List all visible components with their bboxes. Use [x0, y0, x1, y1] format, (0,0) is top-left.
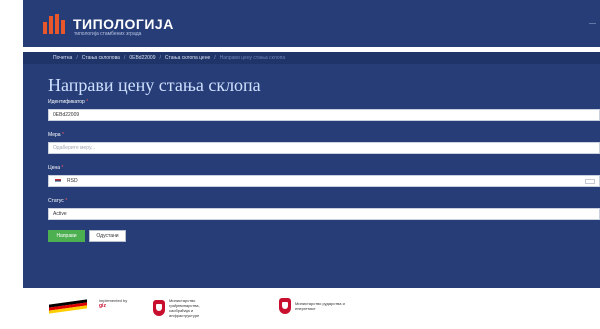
cancel-button[interactable]: Одустани [89, 230, 126, 242]
logo-icon [43, 14, 67, 34]
save-button[interactable]: Направи [48, 230, 85, 242]
logo-text: ТИПОЛОГИЈА [73, 16, 174, 32]
page-frame: ТИПОЛОГИЈА типологија стамбених зграда —… [23, 0, 600, 329]
breadcrumb-home[interactable]: Почетна [53, 55, 72, 61]
measure-label: Мера * [48, 132, 64, 138]
breadcrumb-prices[interactable]: Стања склопа цене [165, 55, 210, 61]
breadcrumb: Почетна / Стања склопова / 0EBd22009 / С… [23, 52, 600, 64]
breadcrumb-assembly-states[interactable]: Стања склопова [82, 55, 120, 61]
german-flag-icon [49, 298, 89, 314]
identifier-label: Идентификатор * [48, 99, 89, 105]
header-menu[interactable]: — [589, 20, 596, 27]
main-content: Направи цену стања склопа Идентификатор … [23, 64, 600, 288]
page-title: Направи цену стања склопа [48, 75, 261, 95]
serbia-crest-icon [279, 298, 291, 314]
ministry-energy-logo: Министарство рударства и енергетике [279, 298, 347, 314]
footer: implemented by giz Министарство грађевин… [23, 288, 600, 329]
site-header: ТИПОЛОГИЈА типологија стамбених зграда — [23, 0, 600, 47]
serbia-crest-icon [153, 300, 165, 316]
breadcrumb-identifier[interactable]: 0EBd22009 [129, 55, 155, 61]
partner-logo-giz: implemented by giz [99, 298, 128, 309]
price-field[interactable]: RSD [48, 175, 600, 187]
measure-select[interactable]: Одаберите меру... [48, 142, 600, 154]
status-label: Статус * [48, 198, 68, 204]
serbia-flag-icon [55, 179, 61, 183]
status-select[interactable]: Active [48, 208, 600, 220]
ministry-construction-logo: Министарство грађевинарства, саобраћаја … [153, 298, 221, 318]
price-label: Цена * [48, 165, 64, 171]
logo-subtitle: типологија стамбених зграда [74, 31, 142, 37]
identifier-field[interactable]: 0EBd22009 [48, 109, 600, 121]
breadcrumb-current: Направи цену стања склопа [219, 55, 286, 61]
currency-dropdown-icon[interactable] [585, 179, 595, 184]
partner-logo-german-cooperation [49, 298, 89, 314]
